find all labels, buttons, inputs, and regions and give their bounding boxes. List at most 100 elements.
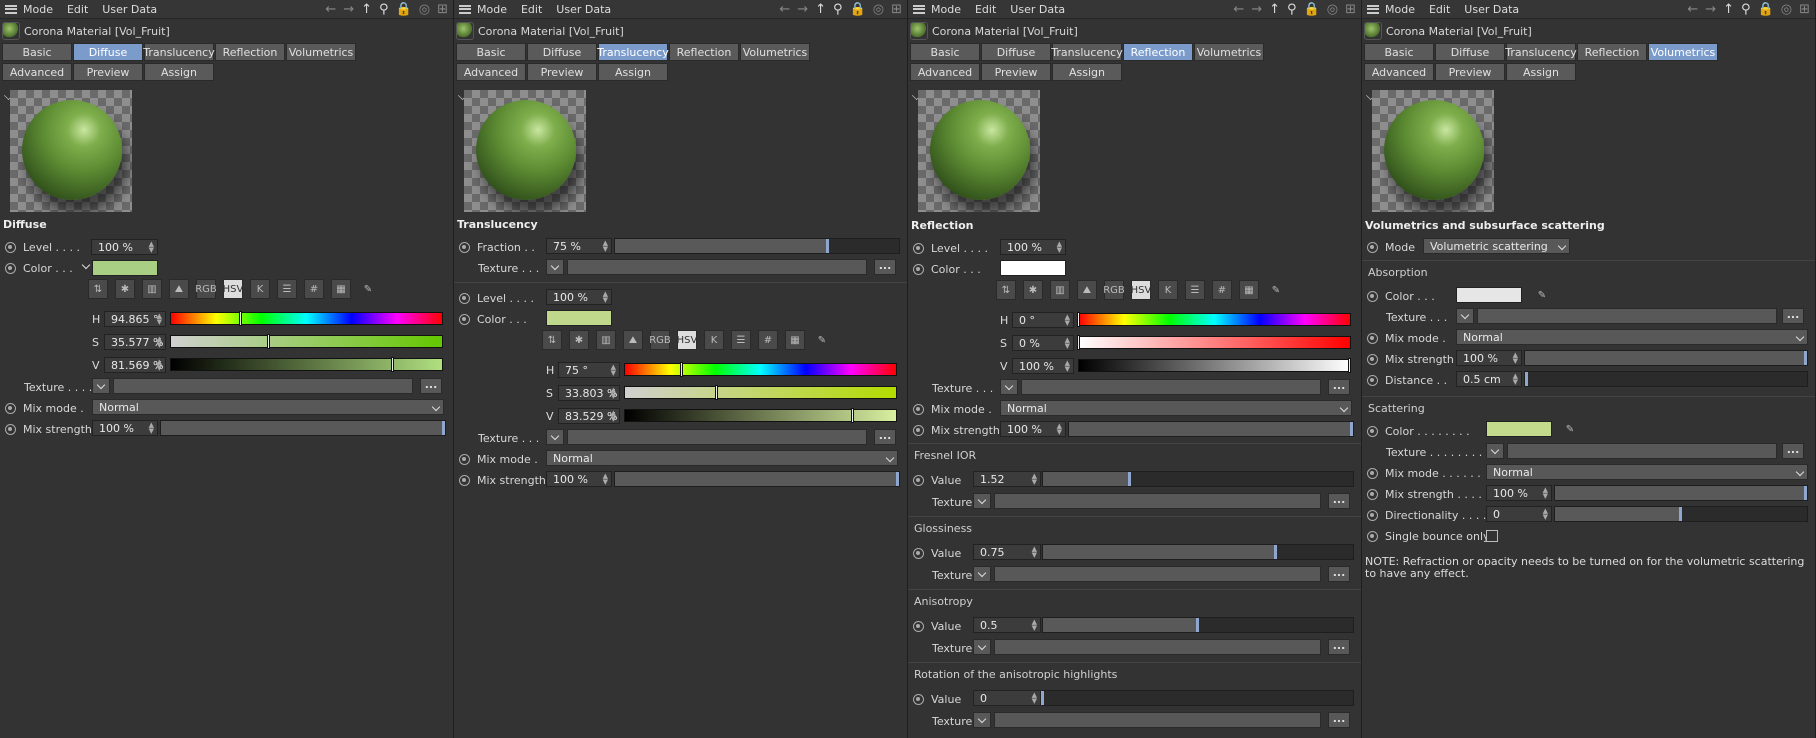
texture-browse-button[interactable]: ... (874, 429, 896, 445)
new-panel-icon[interactable]: ⊞ (437, 3, 448, 16)
value-handle[interactable] (850, 408, 854, 423)
mix-strength-slider[interactable] (160, 420, 446, 436)
tab-diffuse[interactable]: Diffuse (1435, 43, 1505, 61)
saturation-field[interactable]: 0 % ▲ ▼ (1012, 335, 1074, 351)
swatches-icon[interactable]: ▦ (785, 330, 805, 350)
scattering-mix-strength-field[interactable]: 100 % ▲ ▼ (1486, 485, 1552, 501)
mixer-icon[interactable]: ☰ (1185, 280, 1205, 300)
fraction-field[interactable]: 75 % ▲ ▼ (546, 238, 612, 254)
tab-assign[interactable]: Assign (598, 63, 668, 81)
texture-browse-button[interactable]: ... (1782, 443, 1804, 459)
hue-slider[interactable] (170, 311, 443, 326)
menu-mode[interactable]: Mode (1385, 3, 1415, 16)
saturation-slider[interactable] (1077, 335, 1351, 350)
value-handle[interactable] (391, 357, 395, 372)
tab-diffuse[interactable]: Diffuse (981, 43, 1051, 61)
level-field[interactable]: 100 % ▲ ▼ (1000, 239, 1066, 255)
forward-arrow-icon[interactable]: → (797, 3, 808, 16)
animate-radio[interactable] (1367, 241, 1378, 253)
texture-browse-button[interactable]: ... (874, 259, 896, 275)
back-arrow-icon[interactable]: ← (325, 3, 336, 16)
animate-radio[interactable] (5, 241, 16, 253)
animate-radio[interactable] (1367, 290, 1378, 302)
menu-mode[interactable]: Mode (477, 3, 507, 16)
collapse-tools-icon[interactable]: ⇅ (542, 330, 562, 350)
forward-arrow-icon[interactable]: → (343, 3, 354, 16)
saturation-field[interactable]: 33.803 % ▲ ▼ (558, 385, 620, 401)
texture-link-field[interactable] (567, 259, 867, 275)
animate-radio[interactable] (913, 242, 924, 254)
hamburger-icon[interactable] (1367, 4, 1379, 14)
color-wheel-icon[interactable]: ✱ (1023, 280, 1043, 300)
value-field[interactable]: 81.569 % ▲ ▼ (104, 357, 166, 373)
distance-field[interactable]: 0.5 cm ▲ ▼ (1456, 371, 1522, 387)
back-arrow-icon[interactable]: ← (1233, 3, 1244, 16)
texture-link-field[interactable] (567, 429, 867, 445)
tab-reflection[interactable]: Reflection (215, 43, 285, 61)
tab-volumetrics[interactable]: Volumetrics (740, 43, 810, 61)
texture-browse-button[interactable]: ... (1328, 566, 1350, 582)
animate-radio[interactable] (913, 403, 924, 415)
animate-radio[interactable] (5, 423, 16, 435)
tab-preview[interactable]: Preview (981, 63, 1051, 81)
mix-strength-field[interactable]: 100 % ▲ ▼ (1456, 350, 1522, 366)
hex-button[interactable]: # (758, 330, 778, 350)
animate-radio[interactable] (1367, 425, 1378, 437)
eyedropper-icon[interactable]: ✎ (1266, 280, 1286, 300)
animate-radio[interactable] (1367, 353, 1378, 365)
menu-edit[interactable]: Edit (975, 3, 996, 16)
kelvin-button[interactable]: K (250, 279, 270, 299)
texture-browse-button[interactable]: ... (1328, 493, 1350, 509)
absorption-color-swatch[interactable] (1456, 287, 1522, 303)
tab-assign[interactable]: Assign (1052, 63, 1122, 81)
glossiness-slider[interactable] (1042, 544, 1354, 560)
texture-link-field[interactable] (994, 493, 1321, 509)
back-arrow-icon[interactable]: ← (779, 3, 790, 16)
tab-translucency[interactable]: Translucency (143, 43, 215, 61)
picture-icon[interactable]: ⛰ (623, 330, 643, 350)
search-icon[interactable]: ⚲ (1741, 3, 1751, 16)
animate-radio[interactable] (1367, 530, 1378, 542)
spectrum-icon[interactable]: ▥ (142, 279, 162, 299)
animate-radio[interactable] (1367, 374, 1378, 386)
saturation-slider[interactable] (170, 334, 443, 349)
distance-slider[interactable] (1524, 371, 1808, 387)
translucency-color-swatch[interactable] (546, 310, 612, 326)
swatches-icon[interactable]: ▦ (331, 279, 351, 299)
tab-volumetrics[interactable]: Volumetrics (1648, 43, 1718, 61)
forward-arrow-icon[interactable]: → (1251, 3, 1262, 16)
animate-radio[interactable] (913, 547, 924, 559)
new-panel-icon[interactable]: ⊞ (1799, 3, 1810, 16)
fresnel-ior-field[interactable]: 1.52 ▲ ▼ (973, 471, 1041, 487)
mix-strength-slider[interactable] (1068, 421, 1354, 437)
new-panel-icon[interactable]: ⊞ (891, 3, 902, 16)
fraction-slider[interactable] (614, 238, 900, 254)
tab-reflection[interactable]: Reflection (1123, 43, 1193, 61)
texture-browse-button[interactable]: ... (1328, 639, 1350, 655)
tab-advanced[interactable]: Advanced (456, 63, 526, 81)
hsv-button[interactable]: HSV (223, 279, 243, 299)
mix-strength-field[interactable]: 100 % ▲ ▼ (92, 420, 158, 436)
hue-field[interactable]: 0 ° ▲ ▼ (1012, 312, 1074, 328)
texture-dropdown[interactable] (973, 712, 991, 728)
rotation-slider[interactable] (1041, 690, 1354, 706)
back-arrow-icon[interactable]: ← (1687, 3, 1698, 16)
collapse-tools-icon[interactable]: ⇅ (996, 280, 1016, 300)
color-wheel-icon[interactable]: ✱ (569, 330, 589, 350)
mix-strength-slider[interactable] (614, 471, 900, 487)
value-handle[interactable] (1348, 358, 1351, 373)
animate-radio[interactable] (913, 263, 924, 275)
tab-advanced[interactable]: Advanced (910, 63, 980, 81)
value-slider[interactable] (170, 357, 443, 372)
rotation-field[interactable]: 0 ▲ ▼ (973, 690, 1041, 706)
texture-link-field[interactable] (1021, 379, 1321, 395)
menu-edit[interactable]: Edit (1429, 3, 1450, 16)
texture-dropdown[interactable] (973, 493, 991, 509)
level-field[interactable]: 100 % ▲ ▼ (546, 289, 612, 305)
target-icon[interactable]: ◎ (1327, 3, 1338, 16)
menu-mode[interactable]: Mode (931, 3, 961, 16)
rgb-button[interactable]: RGB (1103, 280, 1125, 300)
texture-link-field[interactable] (113, 378, 413, 394)
texture-link-field[interactable] (1507, 443, 1777, 459)
tab-translucency[interactable]: Translucency (1051, 43, 1123, 61)
